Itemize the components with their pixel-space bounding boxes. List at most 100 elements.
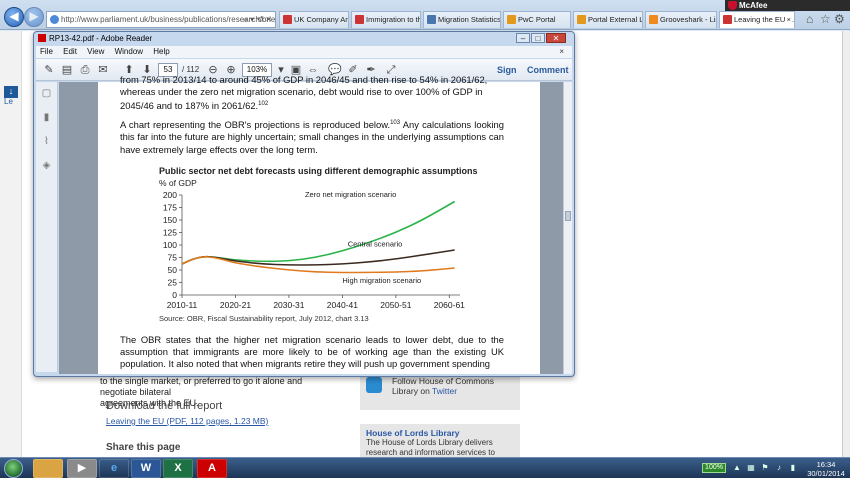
email-icon[interactable]: ✉ <box>96 63 110 77</box>
document-scrollbar[interactable] <box>563 82 572 374</box>
paragraph-obr-states: The OBR states that the higher net migra… <box>120 334 504 370</box>
bookmarks-icon[interactable]: ▮ <box>41 112 52 123</box>
page-scrollbar[interactable] <box>842 31 850 457</box>
text-line: 2045/46 and to 187% in 2061/62.102 <box>120 98 504 112</box>
maximize-button[interactable]: □ <box>531 33 545 43</box>
explorer-folder-icon[interactable] <box>33 459 63 478</box>
comment-button[interactable]: Comment <box>527 63 569 77</box>
tab-migration-statistics[interactable]: Migration Statistics... <box>423 11 501 28</box>
page-thumbnails-icon[interactable]: ▢ <box>41 88 52 99</box>
download-heading: Download the full report <box>106 400 223 412</box>
x-tick-label: 2040-41 <box>327 300 358 310</box>
download-pdf-link[interactable]: Leaving the EU (PDF, 112 pages, 1.23 MB) <box>106 416 268 426</box>
lords-library-heading[interactable]: House of Lords Library <box>366 428 514 438</box>
x-tick-label: 2060-61 <box>434 300 465 310</box>
network-icon[interactable]: ▦ <box>746 463 756 473</box>
tab-favicon <box>723 15 732 24</box>
tab-favicon <box>355 15 364 24</box>
series-label-0: Zero net migration scenario <box>305 190 396 199</box>
back-button[interactable]: ◀ <box>4 7 24 27</box>
menu-edit[interactable]: Edit <box>63 47 77 56</box>
create-icon[interactable]: ✎ <box>42 63 56 77</box>
left-strip-text: Le <box>4 97 13 106</box>
twitter-link[interactable]: Twitter <box>432 386 457 396</box>
gear-icon[interactable]: ⚙ <box>834 12 845 26</box>
system-clock[interactable]: 16:34 30/01/2014 <box>804 460 848 478</box>
reader-title-bar: RP13-42.pdf - Adobe Reader <box>38 33 152 45</box>
navigation-pane: ▢ ▮ ⌇ ◈ <box>36 82 58 372</box>
twitter-icon[interactable] <box>366 377 382 393</box>
tab-grooveshark[interactable]: Grooveshark - Liste... <box>645 11 717 28</box>
power-icon[interactable]: ▮ <box>788 463 798 473</box>
save-icon[interactable]: ▤ <box>60 63 74 77</box>
paragraph-chart-intro: A chart representing the OBR's projectio… <box>120 117 504 156</box>
adobe-reader-taskbar-icon[interactable]: A <box>197 459 227 478</box>
y-tick-label: 0 <box>172 290 177 300</box>
tab-leaving-the-eu[interactable]: Leaving the EU - ... × <box>719 11 795 28</box>
y-tick-label: 125 <box>163 228 177 238</box>
site-icon <box>50 15 59 24</box>
tab-favicon <box>427 15 436 24</box>
media-player-icon[interactable]: ▶ <box>67 459 97 478</box>
menu-file[interactable]: File <box>40 47 53 56</box>
text-run: 2045/46 and to 187% in 2061/62. <box>120 100 259 112</box>
y-tick-label: 200 <box>163 190 177 200</box>
word-icon[interactable]: W <box>131 459 161 478</box>
scroll-thumb[interactable] <box>565 211 571 221</box>
show-hidden-icons-icon[interactable]: ▲ <box>732 463 742 473</box>
debt-forecast-chart: 0 25 50 75 100 125 150 175 200 2010-11 2020-21 2030… <box>163 190 465 310</box>
follow-line: Follow House of Commons <box>392 376 495 386</box>
x-tick-label: 2020-21 <box>220 300 251 310</box>
internet-explorer-icon[interactable]: e <box>99 459 129 478</box>
favorites-star-icon[interactable]: ☆ <box>820 12 831 26</box>
y-tick-label: 175 <box>163 203 177 213</box>
reader-menu-bar: File Edit View Window Help × <box>36 46 572 58</box>
footnote-103[interactable]: 103 <box>390 120 400 126</box>
menu-help[interactable]: Help <box>153 47 169 56</box>
flag-icon[interactable]: ⚑ <box>760 463 770 473</box>
text-run: A chart representing the OBR's projectio… <box>120 119 391 131</box>
start-button[interactable] <box>4 459 23 478</box>
series-label-1: Central scenario <box>348 240 403 249</box>
tab-favicon <box>283 15 292 24</box>
address-tools-icon[interactable]: ⌕ ▾ ⟲ ✕ <box>243 12 272 27</box>
share-heading: Share this page <box>106 442 181 453</box>
clock-date: 30/01/2014 <box>807 469 845 478</box>
mcafee-shield-icon <box>728 1 737 10</box>
tab-uk-company[interactable]: UK Company Analy... <box>279 11 349 28</box>
chart-y-unit: % of GDP <box>159 178 197 188</box>
page-left-strip: ↓ Le <box>0 31 22 457</box>
battery-indicator[interactable]: 100% <box>702 463 726 473</box>
tab-portal-external-link[interactable]: Portal External Link <box>573 11 643 28</box>
follow-text: Follow House of Commons Library on Twitt… <box>392 376 518 396</box>
tab-close-icon[interactable]: × <box>787 12 791 27</box>
tab-immigration[interactable]: Immigration to the... <box>351 11 421 28</box>
menu-view[interactable]: View <box>87 47 104 56</box>
close-window-button[interactable]: ✕ <box>546 33 566 43</box>
excel-icon[interactable]: X <box>163 459 193 478</box>
x-tick-label: 2050-51 <box>380 300 411 310</box>
x-tick-label: 2030-31 <box>273 300 304 310</box>
tab-favicon <box>649 15 658 24</box>
volume-icon[interactable]: ♪ <box>774 463 784 473</box>
menu-window[interactable]: Window <box>115 47 143 56</box>
text-run: The OBR states that the higher net migra… <box>120 334 504 370</box>
forward-button[interactable]: ▶ <box>24 7 44 27</box>
mcafee-badge[interactable]: McAfee <box>725 0 850 11</box>
print-icon[interactable]: ⎙ <box>78 63 92 77</box>
y-tick-label: 25 <box>168 278 178 288</box>
address-bar[interactable]: http://www.parliament.uk/business/public… <box>46 11 276 28</box>
reader-title: RP13-42.pdf - Adobe Reader <box>49 34 153 43</box>
y-tick-label: 100 <box>163 240 177 250</box>
chart-source: Source: OBR, Fiscal Sustainability repor… <box>159 314 369 323</box>
pdf-icon <box>38 34 46 42</box>
home-icon[interactable]: ⌂ <box>806 12 813 26</box>
text-line: whereas under the zero net migration sce… <box>120 86 483 98</box>
close-document-icon[interactable]: × <box>559 46 564 58</box>
minimize-button[interactable]: – <box>516 33 530 43</box>
layers-icon[interactable]: ◈ <box>41 160 52 171</box>
attachments-icon[interactable]: ⌇ <box>41 136 52 147</box>
footnote-102[interactable]: 102 <box>258 101 268 107</box>
tab-pwc-portal[interactable]: PwC Portal <box>503 11 571 28</box>
series-line-0 <box>181 200 456 265</box>
